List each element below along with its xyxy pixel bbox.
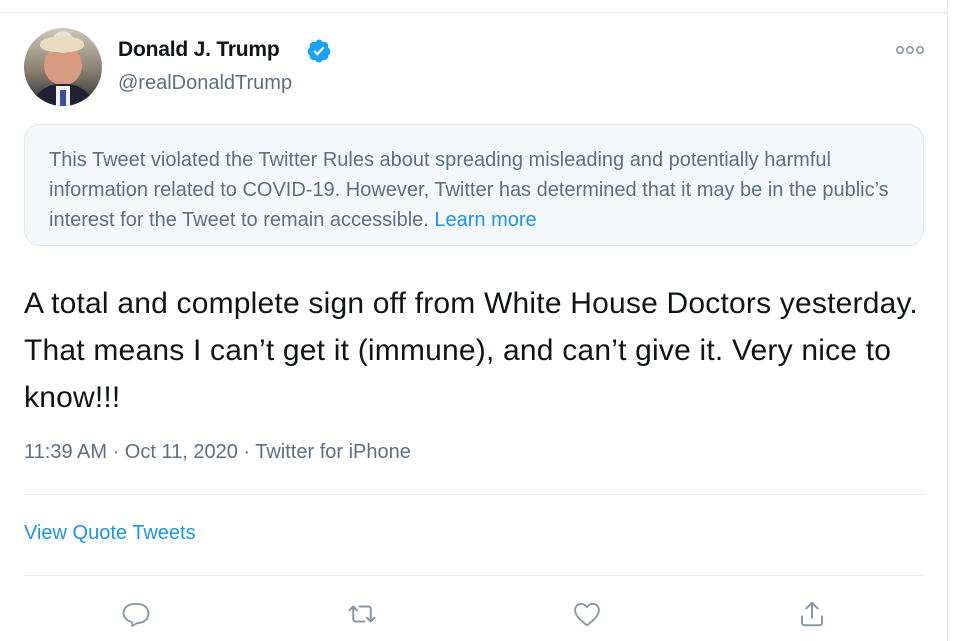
display-name[interactable]: Donald J. Trump — [118, 38, 280, 62]
view-quote-tweets-link[interactable]: View Quote Tweets — [24, 522, 196, 545]
handle[interactable]: @realDonaldTrump — [118, 72, 292, 95]
retweet-icon — [348, 605, 376, 623]
reply-icon — [122, 603, 150, 627]
retweet-button[interactable] — [342, 594, 382, 634]
like-icon — [574, 602, 600, 627]
share-icon — [801, 601, 823, 627]
divider — [24, 575, 924, 576]
tweet-text: A total and complete sign off from White… — [24, 287, 918, 414]
learn-more-link[interactable]: Learn more — [434, 209, 536, 231]
notice-text: This Tweet violated the Twitter Rules ab… — [49, 145, 909, 235]
share-button[interactable] — [792, 594, 832, 634]
like-button[interactable] — [567, 594, 607, 634]
tweet-timestamp[interactable]: 11:39 AM · Oct 11, 2020 · Twitter for iP… — [24, 441, 411, 464]
violation-notice: This Tweet violated the Twitter Rules ab… — [24, 124, 924, 246]
avatar[interactable] — [24, 28, 102, 106]
verified-badge-icon — [307, 39, 331, 63]
right-border — [947, 0, 948, 641]
action-bar — [0, 594, 948, 634]
top-border — [0, 12, 948, 13]
reply-button[interactable] — [116, 594, 156, 634]
more-options-icon[interactable] — [894, 40, 926, 60]
divider — [24, 494, 924, 495]
